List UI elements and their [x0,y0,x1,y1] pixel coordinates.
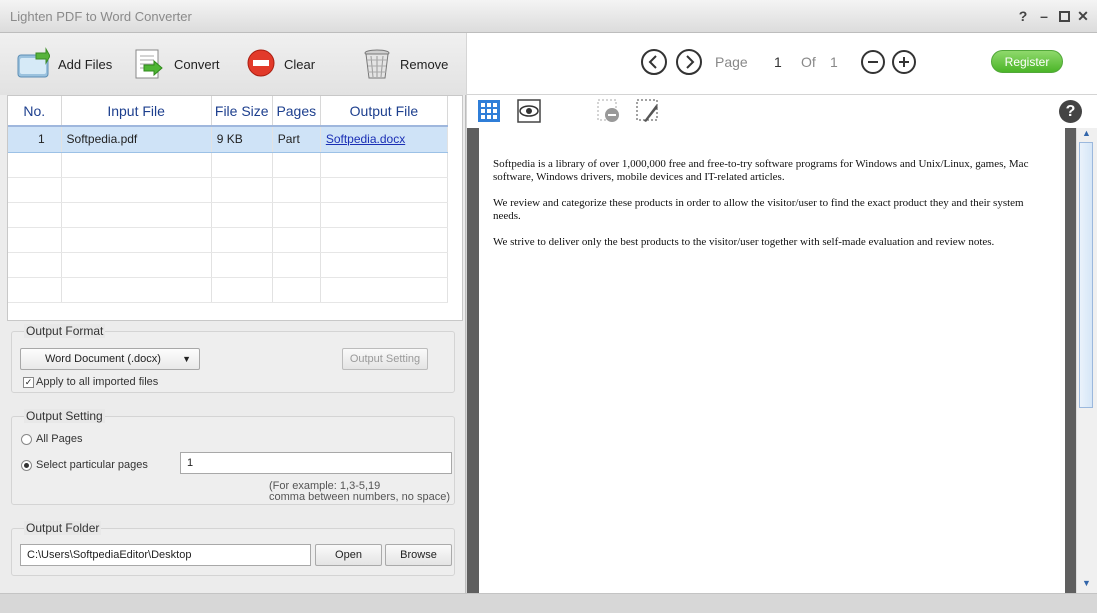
col-header-no[interactable]: No. [8,96,62,127]
cell-input-file: Softpedia.pdf [61,126,212,153]
select-area-icon[interactable] [636,99,660,123]
chevron-left-icon [648,55,657,69]
table-row [8,277,449,303]
clear-button[interactable]: Clear [246,46,315,82]
table-row [8,227,449,253]
col-header-pages[interactable]: Pages [272,96,321,127]
document-preview: Softpedia is a library of over 1,000,000… [467,128,1097,593]
remove-page-icon[interactable] [597,99,621,123]
output-folder-title: Output Folder [24,521,102,535]
output-setting-title: Output Setting [24,409,105,423]
clear-label: Clear [284,56,316,72]
scroll-thumb[interactable] [1079,142,1093,408]
scroll-down-icon[interactable]: ▼ [1077,578,1096,591]
format-select[interactable]: Word Document (.docx) ▼ [20,348,200,370]
table-row [8,177,449,203]
pages-hint-2: comma between numbers, no space) [269,491,450,503]
cell-file-size: 9 KB [211,126,273,153]
select-pages-radio[interactable] [21,460,32,471]
col-header-input-file[interactable]: Input File [61,96,212,127]
output-folder-input[interactable]: C:\Users\SoftpediaEditor\Desktop [20,544,311,566]
doc-paragraph: Softpedia is a library of over 1,000,000… [493,158,1029,183]
apply-all-checkbox[interactable]: ✓ [23,377,34,388]
vertical-scrollbar[interactable]: ▲ ▼ [1076,128,1097,593]
view-toolbar: ? [467,95,1097,128]
help-icon[interactable]: ? [1059,100,1082,123]
col-header-output-file[interactable]: Output File [320,96,449,127]
prev-page-button[interactable] [641,49,667,75]
all-pages-radio[interactable] [21,434,32,445]
title-bar: Lighten PDF to Word Converter ? – ✕ [0,0,1097,33]
plus-icon [899,57,909,67]
output-setting-button[interactable]: Output Setting [342,348,428,370]
apply-all-label: Apply to all imported files [36,376,159,388]
main-toolbar: Add Files Convert Clear Remove [0,33,466,95]
select-pages-label: Select particular pages [36,459,148,471]
output-file-link[interactable]: Softpedia.docx [326,132,405,146]
table-row [8,202,449,228]
maximize-icon[interactable] [1056,7,1072,25]
output-format-group: Output Format Word Document (.docx) ▼ Ou… [11,324,455,393]
zoom-out-button[interactable] [861,50,885,74]
pages-input[interactable]: 1 [180,452,452,474]
preview-eye-icon[interactable] [517,99,541,123]
current-page[interactable]: 1 [774,54,782,70]
next-page-button[interactable] [676,49,702,75]
remove-button[interactable]: Remove [362,46,448,82]
clear-icon [246,47,280,81]
page-navigation: Page 1 Of 1 Register [467,33,1097,95]
table-row [8,252,449,278]
all-pages-label: All Pages [36,433,83,445]
convert-icon [132,47,166,81]
trash-icon [362,47,396,81]
doc-paragraph: We review and categorize these products … [493,197,1024,222]
help-window-icon[interactable]: ? [1015,7,1031,25]
convert-label: Convert [174,56,220,72]
zoom-in-button[interactable] [892,50,916,74]
table-row [8,152,449,178]
cell-output-file: Softpedia.docx [320,126,449,153]
output-setting-group: Output Setting All Pages Select particul… [11,409,455,505]
add-files-icon [16,47,51,81]
document-page: Softpedia is a library of over 1,000,000… [479,128,1065,593]
output-format-title: Output Format [24,324,106,338]
chevron-down-icon: ▼ [182,354,191,364]
minus-icon [868,61,878,63]
cell-no: 1 [8,126,62,153]
left-panel: Add Files Convert Clear Remove No. Input… [0,33,466,593]
register-button[interactable]: Register [991,50,1063,73]
add-files-button[interactable]: Add Files [16,46,112,82]
col-header-file-size[interactable]: File Size [211,96,273,127]
open-folder-button[interactable]: Open [315,544,382,566]
output-folder-group: Output Folder C:\Users\SoftpediaEditor\D… [11,521,455,576]
cell-pages: Part [272,126,321,153]
file-table: No. Input File File Size Pages Output Fi… [7,95,463,321]
chevron-right-icon [686,55,695,69]
add-files-label: Add Files [58,56,113,72]
table-row[interactable]: 1 Softpedia.pdf 9 KB Part Softpedia.docx [8,126,449,153]
of-label: Of [801,54,816,70]
remove-label: Remove [400,56,449,72]
thumbnail-grid-icon[interactable] [477,99,501,123]
minimize-icon[interactable]: – [1036,7,1052,25]
table-header-row: No. Input File File Size Pages Output Fi… [8,96,449,127]
browse-folder-button[interactable]: Browse [385,544,452,566]
convert-button[interactable]: Convert [132,46,220,82]
close-icon[interactable]: ✕ [1075,7,1091,25]
page-label: Page [715,54,748,70]
window-title: Lighten PDF to Word Converter [10,9,192,24]
scroll-up-icon[interactable]: ▲ [1077,128,1096,141]
total-pages: 1 [830,54,838,70]
doc-paragraph: We strive to deliver only the best produ… [493,236,995,248]
preview-panel: Page 1 Of 1 Register ? Softpedia is a li… [467,33,1097,593]
format-select-value: Word Document (.docx) [45,353,161,365]
status-bar [0,593,1097,613]
